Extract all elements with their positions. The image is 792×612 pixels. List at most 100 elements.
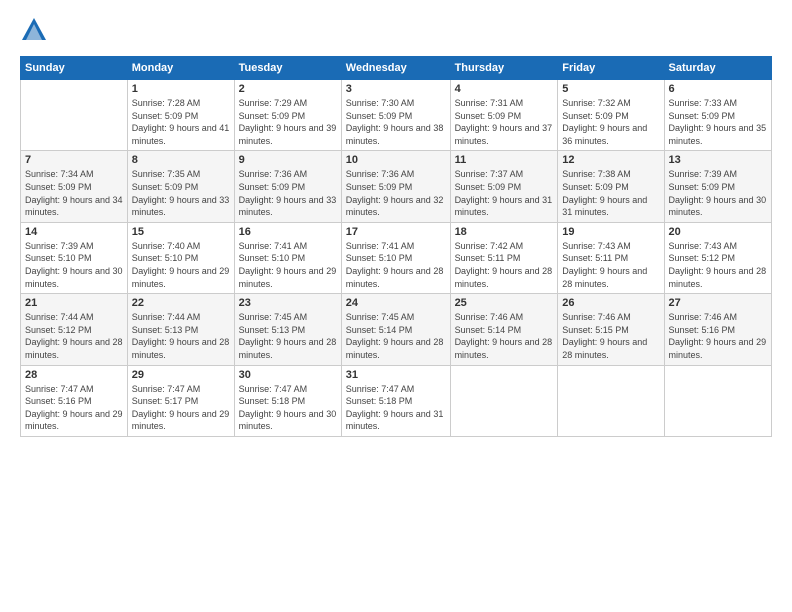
day-cell (21, 80, 128, 151)
day-number: 7 (25, 154, 123, 166)
day-cell (450, 365, 558, 436)
day-cell: 30Sunrise: 7:47 AMSunset: 5:18 PMDayligh… (234, 365, 341, 436)
day-cell: 21 Sunrise: 7:44 AMSunset: 5:12 PMDayligh… (21, 294, 128, 365)
day-number: 8 (132, 154, 230, 166)
day-number: 6 (669, 83, 767, 95)
day-info: Sunrise: 7:42 AMSunset: 5:11 PMDaylight:… (455, 240, 554, 290)
day-cell: 13 Sunrise: 7:39 AMSunset: 5:09 PMDayligh… (664, 151, 771, 222)
day-cell: 6 Sunrise: 7:33 AMSunset: 5:09 PMDaylight… (664, 80, 771, 151)
day-info: Sunrise: 7:32 AMSunset: 5:09 PMDaylight:… (562, 97, 659, 147)
weekday-sunday: Sunday (21, 57, 128, 80)
weekday-thursday: Thursday (450, 57, 558, 80)
day-number: 27 (669, 297, 767, 309)
day-number: 28 (25, 369, 123, 381)
day-info: Sunrise: 7:40 AMSunset: 5:10 PMDaylight:… (132, 240, 230, 290)
day-cell: 22 Sunrise: 7:44 AMSunset: 5:13 PMDayligh… (127, 294, 234, 365)
day-cell: 5 Sunrise: 7:32 AMSunset: 5:09 PMDaylight… (558, 80, 664, 151)
day-info: Sunrise: 7:43 AMSunset: 5:11 PMDaylight:… (562, 240, 659, 290)
day-info: Sunrise: 7:43 AMSunset: 5:12 PMDaylight:… (669, 240, 767, 290)
day-number: 3 (346, 83, 446, 95)
day-number: 20 (669, 226, 767, 238)
day-info: Sunrise: 7:45 AMSunset: 5:14 PMDaylight:… (346, 311, 446, 361)
weekday-tuesday: Tuesday (234, 57, 341, 80)
day-number: 9 (239, 154, 337, 166)
day-info: Sunrise: 7:44 AMSunset: 5:12 PMDaylight:… (25, 311, 123, 361)
weekday-header-row: SundayMondayTuesdayWednesdayThursdayFrid… (21, 57, 772, 80)
day-cell: 26 Sunrise: 7:46 AMSunset: 5:15 PMDayligh… (558, 294, 664, 365)
page: SundayMondayTuesdayWednesdayThursdayFrid… (0, 0, 792, 612)
week-row-1: 7 Sunrise: 7:34 AMSunset: 5:09 PMDaylight… (21, 151, 772, 222)
day-info: Sunrise: 7:33 AMSunset: 5:09 PMDaylight:… (669, 97, 767, 147)
day-number: 29 (132, 369, 230, 381)
day-cell: 24 Sunrise: 7:45 AMSunset: 5:14 PMDayligh… (341, 294, 450, 365)
day-info: Sunrise: 7:46 AMSunset: 5:14 PMDaylight:… (455, 311, 554, 361)
day-cell: 17 Sunrise: 7:41 AMSunset: 5:10 PMDayligh… (341, 222, 450, 293)
day-number: 14 (25, 226, 123, 238)
day-cell: 18Sunrise: 7:42 AMSunset: 5:11 PMDayligh… (450, 222, 558, 293)
weekday-saturday: Saturday (664, 57, 771, 80)
day-cell: 31 Sunrise: 7:47 AMSunset: 5:18 PMDayligh… (341, 365, 450, 436)
day-number: 15 (132, 226, 230, 238)
day-number: 5 (562, 83, 659, 95)
day-cell: 15 Sunrise: 7:40 AMSunset: 5:10 PMDayligh… (127, 222, 234, 293)
day-cell: 8Sunrise: 7:35 AMSunset: 5:09 PMDaylight… (127, 151, 234, 222)
day-cell: 4 Sunrise: 7:31 AMSunset: 5:09 PMDaylight… (450, 80, 558, 151)
weekday-monday: Monday (127, 57, 234, 80)
day-number: 10 (346, 154, 446, 166)
day-cell: 14 Sunrise: 7:39 AMSunset: 5:10 PMDayligh… (21, 222, 128, 293)
day-number: 16 (239, 226, 337, 238)
day-info: Sunrise: 7:36 AMSunset: 5:09 PMDaylight:… (239, 168, 337, 218)
day-cell: 1Sunrise: 7:28 AMSunset: 5:09 PMDaylight… (127, 80, 234, 151)
day-number: 19 (562, 226, 659, 238)
day-info: Sunrise: 7:47 AMSunset: 5:17 PMDaylight:… (132, 383, 230, 433)
day-cell: 10 Sunrise: 7:36 AMSunset: 5:09 PMDayligh… (341, 151, 450, 222)
day-number: 21 (25, 297, 123, 309)
day-number: 24 (346, 297, 446, 309)
day-cell: 23 Sunrise: 7:45 AMSunset: 5:13 PMDayligh… (234, 294, 341, 365)
day-number: 2 (239, 83, 337, 95)
day-cell: 7 Sunrise: 7:34 AMSunset: 5:09 PMDaylight… (21, 151, 128, 222)
day-cell: 29 Sunrise: 7:47 AMSunset: 5:17 PMDayligh… (127, 365, 234, 436)
day-number: 31 (346, 369, 446, 381)
day-number: 13 (669, 154, 767, 166)
day-cell: 27 Sunrise: 7:46 AMSunset: 5:16 PMDayligh… (664, 294, 771, 365)
day-number: 26 (562, 297, 659, 309)
day-number: 23 (239, 297, 337, 309)
day-info: Sunrise: 7:45 AMSunset: 5:13 PMDaylight:… (239, 311, 337, 361)
weekday-friday: Friday (558, 57, 664, 80)
day-info: Sunrise: 7:47 AMSunset: 5:18 PMDaylight:… (346, 383, 446, 433)
day-cell: 3Sunrise: 7:30 AMSunset: 5:09 PMDaylight… (341, 80, 450, 151)
day-number: 17 (346, 226, 446, 238)
day-info: Sunrise: 7:39 AMSunset: 5:09 PMDaylight:… (669, 168, 767, 218)
day-info: Sunrise: 7:44 AMSunset: 5:13 PMDaylight:… (132, 311, 230, 361)
logo-icon (20, 16, 48, 44)
day-cell: 28 Sunrise: 7:47 AMSunset: 5:16 PMDayligh… (21, 365, 128, 436)
day-info: Sunrise: 7:41 AMSunset: 5:10 PMDaylight:… (346, 240, 446, 290)
day-cell (664, 365, 771, 436)
day-info: Sunrise: 7:41 AMSunset: 5:10 PMDaylight:… (239, 240, 337, 290)
day-info: Sunrise: 7:37 AMSunset: 5:09 PMDaylight:… (455, 168, 554, 218)
day-cell: 19 Sunrise: 7:43 AMSunset: 5:11 PMDayligh… (558, 222, 664, 293)
day-info: Sunrise: 7:39 AMSunset: 5:10 PMDaylight:… (25, 240, 123, 290)
day-info: Sunrise: 7:38 AMSunset: 5:09 PMDaylight:… (562, 168, 659, 218)
day-cell: 20 Sunrise: 7:43 AMSunset: 5:12 PMDayligh… (664, 222, 771, 293)
day-info: Sunrise: 7:36 AMSunset: 5:09 PMDaylight:… (346, 168, 446, 218)
day-info: Sunrise: 7:46 AMSunset: 5:15 PMDaylight:… (562, 311, 659, 361)
day-number: 22 (132, 297, 230, 309)
day-cell: 2 Sunrise: 7:29 AMSunset: 5:09 PMDaylight… (234, 80, 341, 151)
weekday-wednesday: Wednesday (341, 57, 450, 80)
day-number: 12 (562, 154, 659, 166)
calendar: SundayMondayTuesdayWednesdayThursdayFrid… (20, 56, 772, 437)
day-number: 1 (132, 83, 230, 95)
day-info: Sunrise: 7:31 AMSunset: 5:09 PMDaylight:… (455, 97, 554, 147)
week-row-3: 21 Sunrise: 7:44 AMSunset: 5:12 PMDayligh… (21, 294, 772, 365)
day-cell: 11 Sunrise: 7:37 AMSunset: 5:09 PMDayligh… (450, 151, 558, 222)
day-number: 11 (455, 154, 554, 166)
day-info: Sunrise: 7:29 AMSunset: 5:09 PMDaylight:… (239, 97, 337, 147)
day-number: 4 (455, 83, 554, 95)
day-info: Sunrise: 7:46 AMSunset: 5:16 PMDaylight:… (669, 311, 767, 361)
day-info: Sunrise: 7:47 AMSunset: 5:16 PMDaylight:… (25, 383, 123, 433)
day-cell: 9 Sunrise: 7:36 AMSunset: 5:09 PMDaylight… (234, 151, 341, 222)
day-info: Sunrise: 7:34 AMSunset: 5:09 PMDaylight:… (25, 168, 123, 218)
day-number: 30 (239, 369, 337, 381)
